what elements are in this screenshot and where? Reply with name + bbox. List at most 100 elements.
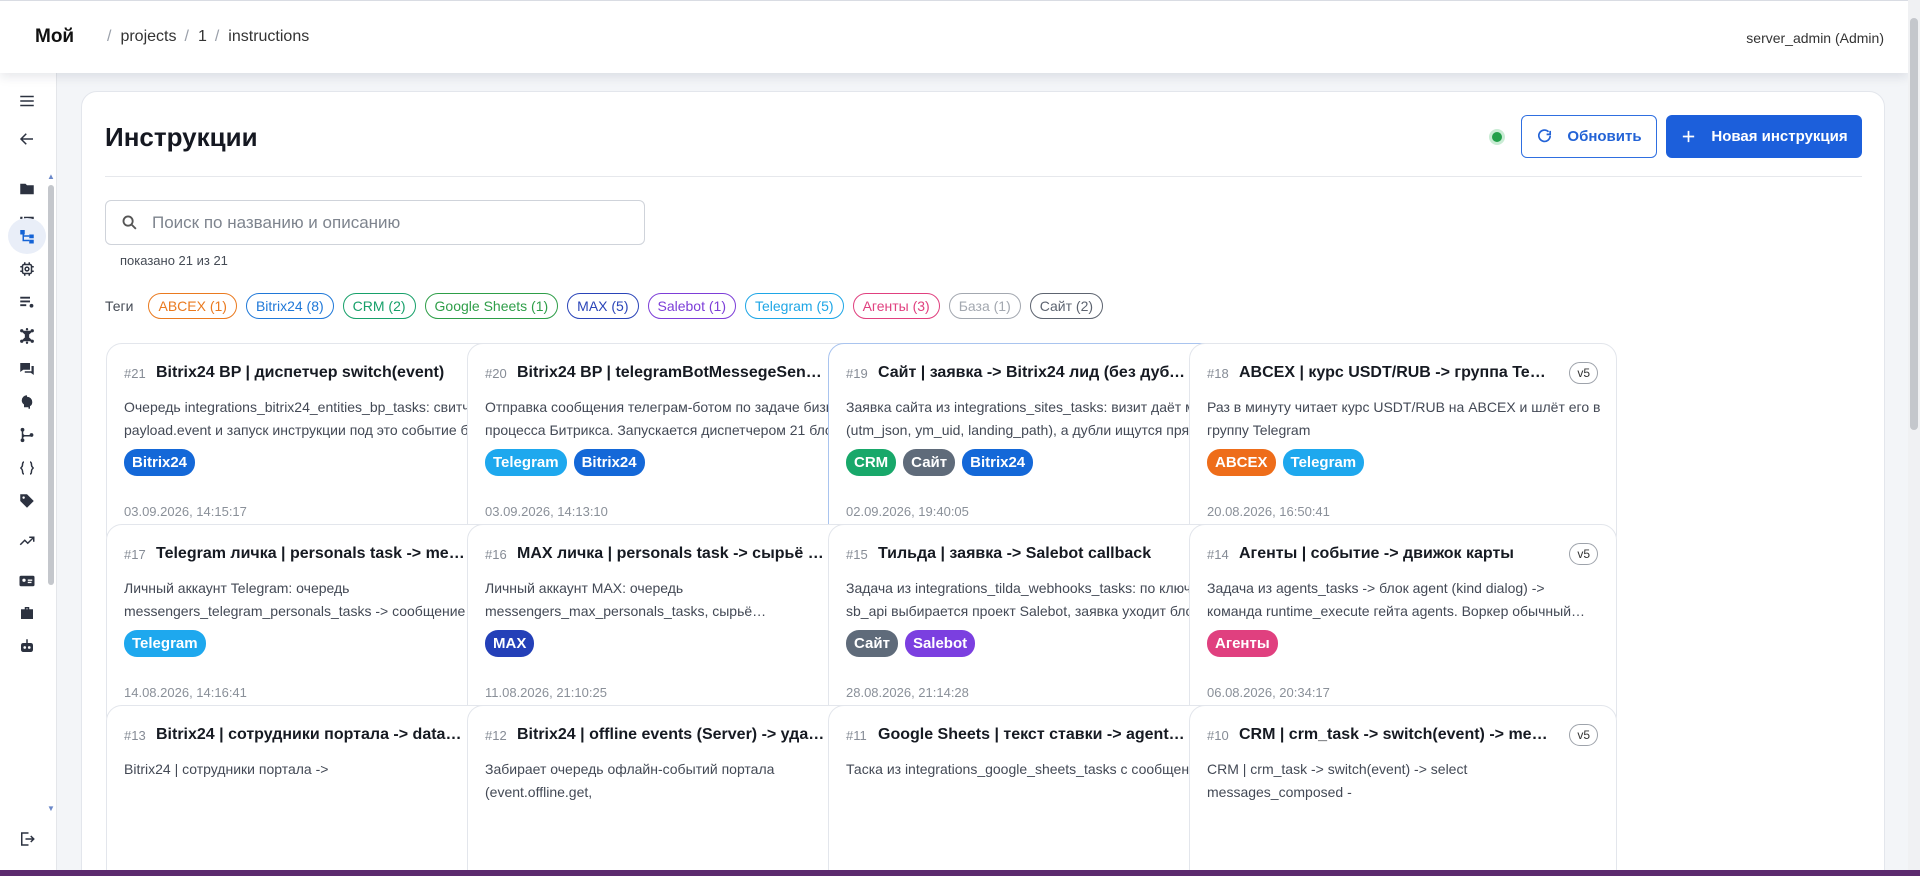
version-badge: v5 — [1569, 724, 1598, 746]
tag-badge: Bitrix24 — [124, 449, 196, 476]
connection-status-indicator — [1489, 129, 1505, 145]
instruction-date: 14.08.2026, 14:16:41 — [124, 685, 247, 700]
instruction-description: Раз в минуту читает курс USDT/RUB на ABC… — [1207, 399, 1601, 438]
branch-icon[interactable] — [8, 417, 46, 453]
instruction-number: #19 — [846, 366, 868, 381]
search-input[interactable] — [152, 212, 632, 233]
code-braces-icon[interactable] — [8, 450, 46, 486]
instruction-number: #10 — [1207, 728, 1229, 743]
tag-filter-chip[interactable]: Salebot (1) — [647, 293, 736, 319]
tag-filter-chip[interactable]: MAX (5) — [567, 293, 639, 319]
instruction-number: #16 — [485, 547, 507, 562]
sidebar-scrollbar-thumb[interactable] — [48, 185, 54, 585]
tag-filter-chip[interactable]: Сайт (2) — [1029, 293, 1104, 319]
tag-icon[interactable] — [8, 483, 46, 519]
new-instruction-button[interactable]: Новая инструкция — [1666, 115, 1862, 158]
contact-card-icon[interactable] — [8, 563, 46, 599]
instruction-card[interactable]: #18 ABCEX | курс USDT/RUB -> группа Teleg… — [1189, 343, 1617, 550]
instruction-date: 28.08.2026, 21:14:28 — [846, 685, 969, 700]
back-arrow-icon[interactable] — [8, 121, 46, 157]
sidebar: ▲ ▼ — [0, 73, 57, 876]
instruction-tags: CRM Сайт Bitrix24 — [846, 449, 1034, 476]
instruction-number: #13 — [124, 728, 146, 743]
menu-icon[interactable] — [8, 83, 46, 119]
instruction-date: 11.08.2026, 21:10:25 — [485, 685, 607, 700]
refresh-button-label: Обновить — [1567, 128, 1642, 145]
tag-filter-chip[interactable]: Агенты (3) — [852, 293, 940, 319]
breadcrumb-project-1[interactable]: 1 — [198, 28, 207, 46]
user-menu[interactable]: server_admin (Admin) — [1746, 30, 1884, 46]
breadcrumb-separator: / — [184, 28, 189, 45]
brain-icon[interactable] — [8, 384, 46, 420]
instruction-title: ABCEX | курс USDT/RUB -> группа Telegram — [1239, 364, 1549, 381]
page-scrollbar[interactable] — [1908, 0, 1920, 876]
chat-icon[interactable] — [8, 351, 46, 387]
refresh-button[interactable]: Обновить — [1521, 115, 1657, 158]
version-badge: v5 — [1569, 543, 1598, 565]
instruction-date: 02.09.2026, 19:40:05 — [846, 504, 969, 519]
breadcrumb-separator: / — [214, 28, 220, 45]
instruction-title: Тильда | заявка -> Salebot callback — [878, 545, 1152, 562]
search-box[interactable] — [105, 200, 645, 245]
instruction-title: Сайт | заявка -> Bitrix24 лид (без дубле… — [878, 364, 1188, 381]
workflow-icon[interactable] — [8, 218, 46, 254]
instruction-number: #20 — [485, 366, 507, 381]
tag-filter-chip[interactable]: ABCEX (1) — [148, 293, 237, 319]
sidebar-scrollbar[interactable]: ▲ ▼ — [47, 173, 55, 813]
scroll-up-icon[interactable]: ▲ — [47, 173, 55, 181]
logout-icon[interactable] — [8, 821, 46, 857]
folder-icon[interactable] — [8, 171, 46, 207]
tag-badge: Сайт — [903, 449, 956, 476]
instruction-description: CRM | crm_task -> switch(event) -> selec… — [1207, 761, 1468, 800]
instruction-number: #11 — [846, 728, 867, 743]
instruction-card[interactable]: #10 CRM | crm_task -> switch(event) -> me… — [1189, 705, 1617, 876]
instruction-title: Telegram личка | personals task -> messa… — [156, 545, 466, 562]
instruction-title: Bitrix24 BP | telegramBotMessegeSend -> … — [517, 364, 827, 381]
tag-filter-chip[interactable]: База (1) — [948, 293, 1021, 319]
new-instruction-button-label: Новая инструкция — [1711, 128, 1848, 145]
instruction-title: Bitrix24 | offline events (Server) -> уд… — [517, 726, 827, 743]
instruction-card[interactable]: #14 Агенты | событие -> движок карты v5 Зад… — [1189, 524, 1617, 731]
instruction-tags: Telegram Bitrix24 — [485, 449, 645, 476]
settings-chip-icon[interactable] — [8, 251, 46, 287]
tag-filter-chip[interactable]: CRM (2) — [342, 293, 416, 319]
page-scrollbar-thumb[interactable] — [1910, 18, 1918, 430]
instruction-title: CRM | crm_task -> switch(event) -> messa… — [1239, 726, 1549, 743]
tag-badge: Сайт — [846, 630, 898, 657]
tag-badge: Telegram — [485, 449, 567, 476]
tag-badge: Salebot — [904, 630, 976, 657]
breadcrumb: / projects / 1 / instructions — [105, 28, 309, 46]
scroll-down-icon[interactable]: ▼ — [47, 805, 55, 813]
tags-label: Теги — [105, 298, 134, 314]
tag-filter-chip[interactable]: Google Sheets (1) — [424, 293, 559, 319]
refresh-icon — [1538, 129, 1552, 143]
tag-badge: Агенты — [1207, 630, 1278, 657]
instruction-number: #15 — [846, 547, 868, 562]
breadcrumb-instructions[interactable]: instructions — [228, 28, 309, 46]
briefcase-icon[interactable] — [8, 595, 46, 631]
header-divider — [105, 176, 1862, 177]
instruction-number: #18 — [1207, 366, 1229, 381]
instruction-title: Агенты | событие -> движок карты — [1239, 545, 1514, 562]
instruction-description: Отправка сообщения телеграм-ботом по зад… — [485, 399, 856, 438]
hub-icon[interactable] — [8, 318, 46, 354]
playlist-icon[interactable] — [8, 284, 46, 320]
instruction-tags: Bitrix24 — [124, 449, 196, 476]
tag-filter-chip[interactable]: Bitrix24 (8) — [245, 293, 334, 319]
instruction-title: Bitrix24 BP | диспетчер switch(event) — [156, 364, 445, 381]
tag-filter-chip[interactable]: Telegram (5) — [744, 293, 844, 319]
instruction-description: Заявка сайта из integrations_sites_tasks… — [846, 399, 1222, 438]
instruction-number: #14 — [1207, 547, 1229, 562]
tag-badge: Bitrix24 — [962, 449, 1034, 476]
tag-badge: CRM — [846, 449, 897, 476]
instruction-title: Google Sheets | текст ставки -> agent ll… — [878, 726, 1188, 743]
brand-logo[interactable]: Мой — [35, 26, 74, 48]
instruction-tags: MAX — [485, 630, 535, 657]
version-badge: v5 — [1569, 362, 1598, 384]
instruction-number: #17 — [124, 547, 146, 562]
breadcrumb-projects[interactable]: projects — [120, 28, 176, 46]
tag-badge: MAX — [485, 630, 535, 657]
instruction-number: #21 — [124, 366, 146, 381]
robot-icon[interactable] — [8, 628, 46, 664]
trend-icon[interactable] — [8, 523, 46, 559]
